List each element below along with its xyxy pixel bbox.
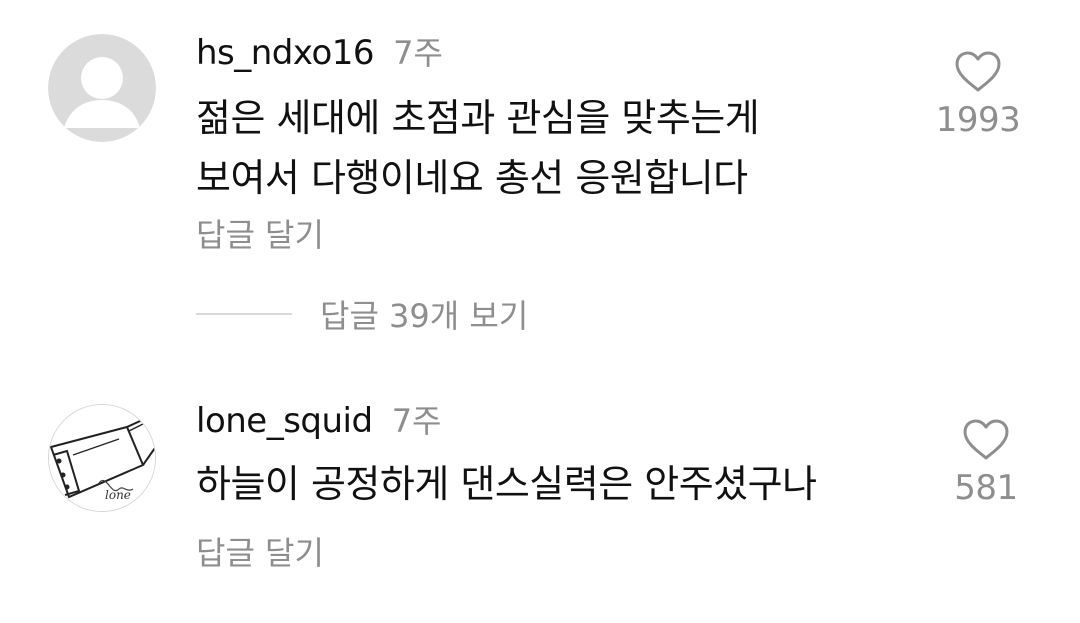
reply-button[interactable]: 답글 달기: [196, 528, 324, 574]
like-button[interactable]: 581: [926, 418, 1046, 508]
comment-item: lone lone_squid 7주 하늘이 공정하게 댄스실력은 안주셨구나 …: [0, 380, 1080, 620]
sketch-drawing-avatar: lone: [49, 405, 155, 511]
reply-button[interactable]: 답글 달기: [196, 210, 324, 256]
like-button[interactable]: 1993: [918, 50, 1038, 140]
comment-meta: hs_ndxo16 7주: [196, 28, 443, 74]
comment-text: 젊은 세대에 초점과 관심을 맞추는게 보여서 다행이네요 총선 응원합니다: [196, 88, 760, 208]
heart-outline-icon: [955, 51, 1001, 92]
comment-meta: lone_squid 7주: [196, 396, 442, 442]
username[interactable]: lone_squid: [196, 401, 373, 441]
timestamp: 7주: [391, 402, 442, 440]
like-count: 1993: [935, 100, 1021, 140]
heart-outline-icon: [963, 419, 1009, 460]
comment-text-line: 보여서 다행이네요 총선 응원합니다: [196, 156, 748, 200]
comment-text-line: 젊은 세대에 초점과 관심을 맞추는게: [196, 96, 760, 140]
comment-text-line: 하늘이 공정하게 댄스실력은 안주셨구나: [196, 462, 817, 506]
avatar[interactable]: [48, 34, 156, 142]
view-replies-button[interactable]: 답글 39개 보기: [196, 292, 528, 336]
avatar[interactable]: lone: [48, 404, 156, 512]
divider-line: [196, 313, 292, 315]
view-replies-label: 답글 39개 보기: [320, 297, 529, 335]
comment-text: 하늘이 공정하게 댄스실력은 안주셨구나: [196, 454, 817, 514]
signature-text: lone: [105, 488, 131, 502]
comment-item: hs_ndxo16 7주 젊은 세대에 초점과 관심을 맞추는게 보여서 다행이…: [0, 0, 1080, 340]
username[interactable]: hs_ndxo16: [196, 33, 375, 73]
default-profile-icon: [48, 34, 156, 142]
timestamp: 7주: [393, 34, 443, 72]
like-count: 581: [954, 468, 1018, 508]
